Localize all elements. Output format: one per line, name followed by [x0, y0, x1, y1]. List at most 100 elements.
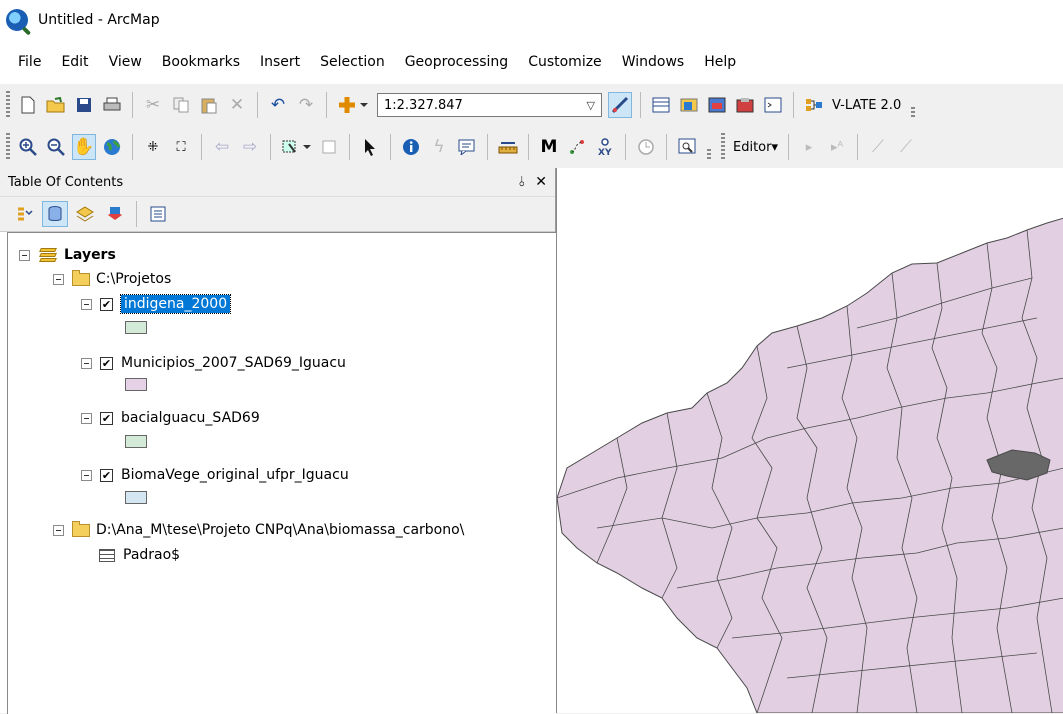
collapse-icon[interactable] — [53, 273, 64, 285]
tree-node-source-folder[interactable]: D:\Ana_M\tese\Projeto CNPq\Ana\biomassa_… — [53, 519, 464, 541]
catalog-button[interactable] — [677, 92, 701, 118]
copy-button[interactable] — [169, 92, 193, 118]
menu-view[interactable]: View — [99, 54, 152, 70]
undo-button[interactable]: ↶ — [266, 92, 290, 118]
html-popup-button[interactable] — [455, 134, 479, 160]
new-document-button[interactable] — [16, 92, 40, 118]
toolbar-overflow-icon[interactable] — [911, 107, 916, 117]
zoom-in-button[interactable] — [16, 134, 40, 160]
open-button[interactable] — [44, 92, 68, 118]
layer-symbol-swatch[interactable] — [125, 491, 147, 504]
back-extent-button[interactable]: ⇦ — [210, 134, 234, 160]
menu-insert[interactable]: Insert — [250, 54, 310, 70]
clear-selection-button[interactable] — [317, 134, 341, 160]
collapse-icon[interactable] — [53, 524, 64, 536]
pin-icon[interactable]: ⫰ — [519, 174, 525, 190]
print-button[interactable] — [100, 92, 124, 118]
select-features-button[interactable] — [279, 134, 313, 160]
arctoolbox-button[interactable] — [733, 92, 757, 118]
tree-node-layer[interactable]: ✔ bacialguacu_SAD69 — [81, 407, 260, 429]
menu-geoprocessing[interactable]: Geoprocessing — [395, 54, 518, 70]
tree-node-layer[interactable]: ✔ BiomaVege_original_ufpr_Iguacu — [81, 464, 349, 486]
toolbar-separator — [857, 134, 858, 160]
arc-segment-button[interactable]: ⟋ — [894, 134, 918, 160]
layer-name-label[interactable]: indigena_2000 — [119, 294, 232, 314]
menu-customize[interactable]: Customize — [518, 54, 612, 70]
layer-name-label[interactable]: Municipios_2007_SAD69_Iguacu — [121, 355, 346, 371]
layer-visibility-checkbox[interactable]: ✔ — [100, 356, 113, 370]
find-route-button[interactable] — [565, 134, 589, 160]
editor-menu-button[interactable]: Editor▾ — [733, 140, 778, 155]
toolbar-grip[interactable] — [6, 133, 10, 161]
menu-file[interactable]: File — [0, 54, 51, 70]
redo-button[interactable]: ↷ — [294, 92, 318, 118]
edit-annotation-button[interactable]: ▸ᴬ — [825, 134, 849, 160]
menu-help[interactable]: Help — [694, 54, 746, 70]
list-by-selection-button[interactable] — [102, 201, 128, 227]
search-window-button[interactable] — [705, 92, 729, 118]
toolbar-separator — [666, 134, 667, 160]
table-name-label[interactable]: Padrao$ — [123, 547, 180, 563]
collapse-icon[interactable] — [81, 469, 92, 481]
toolbar-overflow-icon[interactable] — [707, 149, 711, 159]
tree-node-source-folder[interactable]: C:\Projetos — [53, 268, 171, 290]
select-elements-button[interactable] — [358, 134, 382, 160]
measure-button[interactable] — [496, 134, 520, 160]
collapse-icon[interactable] — [81, 298, 92, 310]
go-to-xy-button[interactable]: XY — [593, 134, 617, 160]
list-by-drawing-order-button[interactable] — [12, 201, 38, 227]
fixed-zoom-out-button[interactable]: ⛶ — [169, 134, 193, 160]
menu-bookmarks[interactable]: Bookmarks — [152, 54, 250, 70]
menu-edit[interactable]: Edit — [51, 54, 98, 70]
identify-button[interactable] — [399, 134, 423, 160]
pan-button[interactable]: ✋ — [72, 134, 96, 160]
python-window-button[interactable] — [761, 92, 785, 118]
collapse-icon[interactable] — [19, 249, 30, 261]
cut-button[interactable]: ✂ — [141, 92, 165, 118]
tree-node-layer[interactable]: ✔ Municipios_2007_SAD69_Iguacu — [81, 352, 346, 374]
basin-municipalities-polygon[interactable] — [557, 217, 1063, 713]
layer-visibility-checkbox[interactable]: ✔ — [100, 411, 113, 425]
full-extent-button[interactable] — [100, 134, 124, 160]
tree-node-layers[interactable]: Layers — [19, 244, 116, 266]
close-icon[interactable]: ✕ — [535, 174, 547, 190]
list-by-source-button[interactable] — [42, 201, 68, 227]
save-button[interactable] — [72, 92, 96, 118]
layer-symbol-swatch[interactable] — [125, 321, 147, 334]
paste-button[interactable] — [197, 92, 221, 118]
toolbar-grip[interactable] — [721, 133, 725, 161]
vlate-label[interactable]: V-LATE 2.0 — [832, 98, 901, 113]
layer-name-label[interactable]: BiomaVege_original_ufpr_Iguacu — [121, 467, 349, 483]
forward-extent-button[interactable]: ⇨ — [238, 134, 262, 160]
layer-symbol-swatch[interactable] — [125, 435, 147, 448]
collapse-icon[interactable] — [81, 357, 92, 369]
menu-windows[interactable]: Windows — [612, 54, 695, 70]
collapse-icon[interactable] — [81, 412, 92, 424]
find-button[interactable]: 𝗠 — [537, 134, 561, 160]
viewer-window-button[interactable] — [675, 134, 699, 160]
toolbar-grip[interactable] — [6, 91, 10, 119]
time-slider-button[interactable] — [634, 134, 658, 160]
fixed-zoom-in-button[interactable]: ⁜ — [141, 134, 165, 160]
tree-node-table[interactable]: Padrao$ — [99, 544, 180, 566]
editor-toolbar-button[interactable] — [608, 92, 632, 118]
layer-visibility-checkbox[interactable]: ✔ — [100, 297, 113, 311]
menu-selection[interactable]: Selection — [310, 54, 395, 70]
hyperlink-button[interactable]: ϟ — [427, 134, 451, 160]
layer-visibility-checkbox[interactable]: ✔ — [100, 468, 113, 482]
tree-node-layer[interactable]: ✔ indigena_2000 — [81, 293, 232, 315]
zoom-out-button[interactable] — [44, 134, 68, 160]
options-button[interactable] — [145, 201, 171, 227]
vlate-icon-button[interactable] — [802, 92, 826, 118]
map-canvas[interactable] — [557, 168, 1063, 713]
map-view[interactable] — [556, 168, 1063, 713]
list-by-visibility-button[interactable] — [72, 201, 98, 227]
add-data-button[interactable] — [335, 92, 371, 118]
layer-name-label[interactable]: bacialguacu_SAD69 — [121, 410, 260, 426]
table-of-contents-button[interactable] — [649, 92, 673, 118]
straight-segment-button[interactable]: ⟋ — [866, 134, 890, 160]
map-scale-dropdown[interactable]: 1:2.327.847 ▽ — [377, 93, 602, 117]
delete-button[interactable]: ✕ — [225, 92, 249, 118]
layer-symbol-swatch[interactable] — [125, 378, 147, 391]
edit-tool-button[interactable]: ▸ — [797, 134, 821, 160]
